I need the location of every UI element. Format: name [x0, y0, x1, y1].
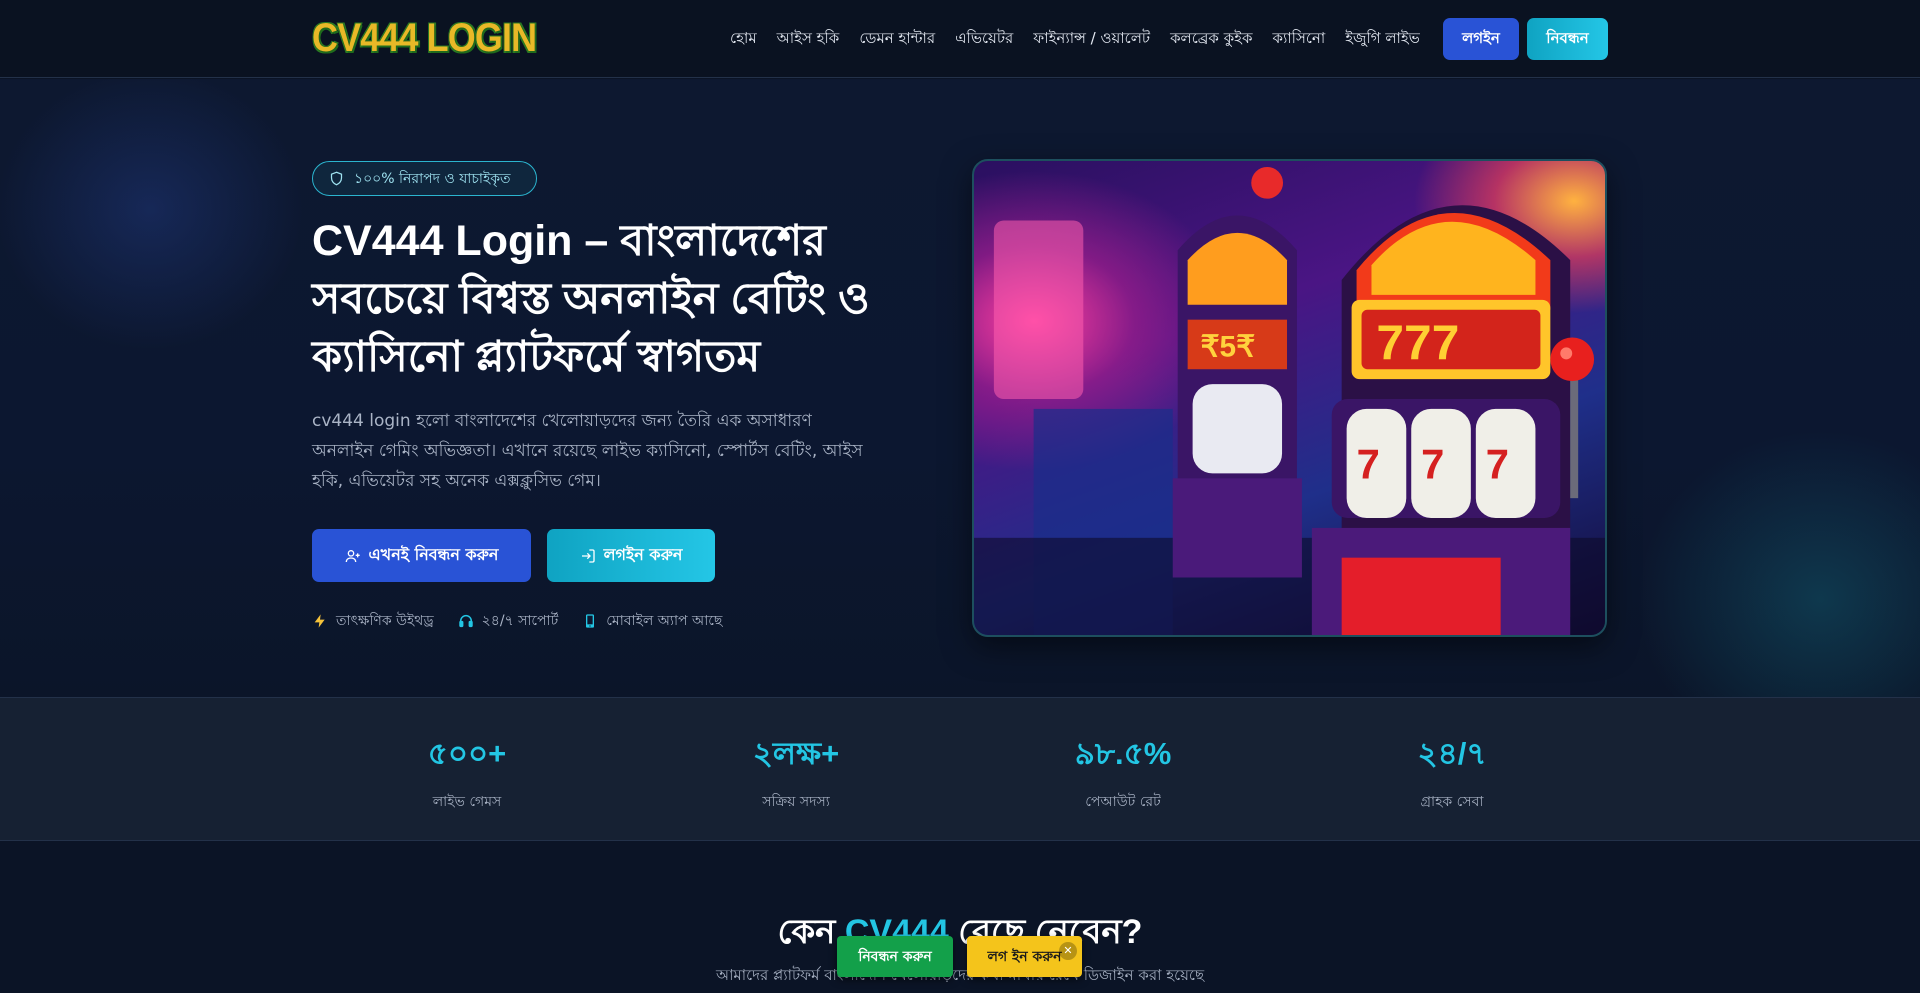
- stat-label: সক্রিয় সদস্য: [762, 794, 830, 810]
- user-plus-icon: [345, 549, 360, 562]
- feature-support: ২৪/৭ সাপোর্ট: [458, 609, 559, 633]
- why-choose-section: কেন CV444 বেছে নেবেন? আমাদের প্ল্যাটফর্ম…: [0, 842, 1920, 993]
- svg-text:777: 777: [1376, 314, 1459, 370]
- feature-label: মোবাইল অ্যাপ আছে: [606, 613, 723, 629]
- nav-item-ezugi-live[interactable]: ইজুগি লাইভ: [1345, 27, 1420, 52]
- login-now-label: লগইন করুন: [603, 545, 683, 564]
- login-now-button[interactable]: লগইন করুন: [547, 529, 715, 582]
- feature-label: ২৪/৭ সাপোর্ট: [481, 613, 559, 629]
- register-now-label: এখনই নিবন্ধন করুন: [368, 545, 499, 564]
- mobile-icon: [586, 614, 595, 628]
- shield-icon: [330, 171, 343, 186]
- nav-item-aviator[interactable]: এভিয়েটর: [955, 27, 1013, 52]
- stat-label: লাইভ গেমস: [432, 794, 502, 810]
- hero-description: cv444 login হলো বাংলাদেশের খেলোয়াড়দের …: [312, 411, 863, 491]
- lightning-icon: [314, 614, 325, 628]
- floating-register-button[interactable]: নিবন্ধন করুন: [837, 936, 953, 977]
- nav-item-ice-hockey[interactable]: আইস হকি: [777, 27, 840, 52]
- stat-value: ৫০০+: [427, 736, 507, 771]
- why-choose-title: কেন CV444 বেছে নেবেন?: [0, 906, 1920, 963]
- stat-value: ২লক্ষ+: [752, 736, 840, 771]
- feature-label: তাৎক্ষণিক উইথড্র: [336, 613, 434, 629]
- stat-active-members: ২লক্ষ+ সক্রিয় সদস্য: [686, 734, 906, 814]
- stat-label: পেআউট রেট: [1085, 794, 1161, 810]
- stat-value: ২৪/৭: [1417, 736, 1487, 771]
- why-title-prefix: কেন: [777, 913, 845, 951]
- nav-item-demon-hunter[interactable]: ডেমন হান্টার: [859, 27, 935, 52]
- slot-machine-image: ₹5₹ 777 7 7 7: [972, 159, 1607, 637]
- svg-text:7: 7: [1421, 440, 1444, 487]
- site-header: CV444 LOGIN হোম আইস হকি ডেমন হান্টার এভি…: [0, 0, 1920, 78]
- stat-customer-service: ২৪/৭ গ্রাহক সেবা: [1342, 734, 1562, 814]
- site-logo[interactable]: CV444 LOGIN: [312, 14, 537, 62]
- nav-item-home[interactable]: হোম: [730, 27, 757, 52]
- login-arrow-icon: [581, 548, 595, 563]
- svg-text:7: 7: [1486, 440, 1509, 487]
- register-now-button[interactable]: এখনই নিবন্ধন করুন: [312, 529, 531, 582]
- main-nav: হোম আইস হকি ডেমন হান্টার এভিয়েটর ফাইন্য…: [730, 24, 1440, 54]
- stat-payout-rate: ৯৮.৫% পেআউট রেট: [1013, 734, 1233, 814]
- headset-icon: [458, 615, 473, 628]
- security-badge: ১০০% নিরাপদ ও যাচাইকৃত: [312, 161, 537, 196]
- header-register-button[interactable]: নিবন্ধন: [1527, 18, 1608, 60]
- hero-section: [0, 79, 1920, 697]
- svg-text:7: 7: [1357, 440, 1380, 487]
- stat-value: ৯৮.৫%: [1074, 736, 1172, 771]
- stat-label: গ্রাহক সেবা: [1420, 794, 1484, 810]
- security-badge-label: ১০০% নিরাপদ ও যাচাইকৃত: [354, 170, 511, 187]
- nav-item-callbreak-quick[interactable]: কলব্রেক কুইক: [1170, 27, 1252, 52]
- hero-features: তাৎক্ষণিক উইথড্র ২৪/৭ সাপোর্ট মোবাইল অ্য…: [312, 609, 722, 633]
- hero-title: CV444 Login – বাংলাদেশের সবচেয়ে বিশ্বস্…: [312, 217, 870, 381]
- stats-section: ৫০০+ লাইভ গেমস ২লক্ষ+ সক্রিয় সদস্য ৯৮.৫…: [0, 697, 1920, 841]
- why-choose-subtitle: আমাদের প্ল্যাটফর্ম বাংলাদেশি খেলোয়াড়দে…: [715, 966, 1205, 984]
- svg-text:₹5₹: ₹5₹: [1201, 330, 1256, 363]
- close-icon[interactable]: ✕: [1059, 942, 1077, 960]
- feature-instant-withdraw: তাৎক্ষণিক উইথড্র: [312, 609, 434, 633]
- header-login-button[interactable]: লগইন: [1443, 18, 1519, 60]
- nav-item-casino[interactable]: ক্যাসিনো: [1272, 27, 1325, 52]
- stat-live-games: ৫০০+ লাইভ গেমস: [357, 734, 577, 814]
- feature-mobile-app: মোবাইল অ্যাপ আছে: [582, 609, 722, 633]
- nav-item-finance-wallet[interactable]: ফাইন্যান্স / ওয়ালেট: [1033, 27, 1150, 52]
